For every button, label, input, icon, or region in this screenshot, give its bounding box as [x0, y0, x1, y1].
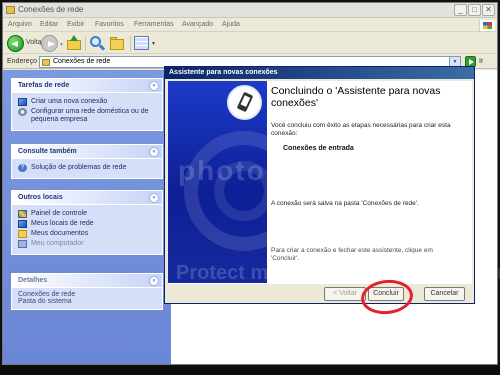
watermark-logo: photo [178, 155, 266, 186]
details-subtitle: Pasta do sistema [18, 298, 72, 305]
folder-icon [42, 59, 50, 66]
folders-icon [110, 39, 124, 50]
details-name: Conexões de rede [18, 291, 76, 298]
panel-title: Outros locais [18, 194, 63, 201]
panel-title: Consulte também [18, 148, 77, 155]
panel-network-tasks: Tarefas de rede « Criar uma nova conexão… [11, 78, 163, 131]
panel-title: Tarefas de rede [18, 82, 70, 89]
collapse-chevron-icon[interactable]: « [149, 81, 159, 91]
wizard-connection-name: Conexões de entrada [283, 145, 354, 152]
panel-header[interactable]: Detalhes « [12, 274, 162, 288]
menu-tools[interactable]: Ferramentas [134, 21, 174, 28]
back-arrow-icon [7, 35, 24, 52]
menu-view[interactable]: Exibir [67, 21, 85, 28]
place-label: Meus documentos [31, 230, 89, 237]
search-icon-handle [98, 44, 106, 51]
cancel-button[interactable]: Cancelar [424, 287, 465, 301]
back-button[interactable]: < Voltar [324, 287, 366, 301]
place-network-places[interactable]: Meus locais de rede [18, 220, 157, 228]
menu-help[interactable]: Ajuda [222, 21, 240, 28]
address-value: Conexões de rede [53, 58, 111, 65]
menu-file[interactable]: Arquivo [8, 21, 32, 28]
close-button[interactable]: ✕ [482, 4, 495, 16]
panel-header[interactable]: Tarefas de rede « [12, 79, 162, 93]
go-button[interactable]: Ir [479, 58, 483, 65]
wizard-saved-note: A conexão será salva na pasta 'Conexões … [271, 200, 419, 207]
collapse-chevron-icon[interactable]: « [149, 147, 159, 157]
forward-arrow-icon [41, 35, 58, 52]
maximize-button[interactable]: □ [468, 4, 481, 16]
wizard-intro-text: Você concluiu com êxito as etapas necess… [271, 122, 451, 137]
panel-header[interactable]: Outros locais « [12, 191, 162, 205]
plug-shape [236, 91, 254, 113]
title-bar: Conexões de rede _ □ ✕ [3, 3, 497, 18]
up-folder-button[interactable] [65, 35, 83, 52]
panel-header[interactable]: Consulte também « [12, 145, 162, 159]
dialog-title: Assistente para novas conexões [169, 69, 278, 76]
address-label: Endereço [7, 58, 37, 65]
search-button[interactable] [89, 35, 107, 52]
network-plug-icon [227, 85, 262, 120]
help-icon: ? [18, 164, 27, 172]
menu-advanced[interactable]: Avançado [182, 21, 213, 28]
folder-icon [6, 6, 15, 14]
home-network-icon [18, 108, 27, 116]
wizard-finish-note: Para criar a conexão e fechar este assis… [271, 247, 433, 262]
panel-title: Detalhes [18, 277, 48, 284]
menu-favorites[interactable]: Favoritos [95, 21, 124, 28]
task-create-connection[interactable]: Criar uma nova conexão [18, 98, 157, 106]
toolbar-divider [85, 36, 86, 51]
views-button[interactable]: ▼ [133, 35, 157, 52]
place-label: Meu computador [31, 240, 84, 247]
place-label: Meus locais de rede [31, 220, 94, 227]
window-title: Conexões de rede [18, 5, 84, 14]
window-controls: _ □ ✕ [454, 4, 495, 16]
panel-details: Detalhes « Conexões de rede Pasta do sis… [11, 273, 163, 310]
place-my-documents[interactable]: Meus documentos [18, 230, 157, 238]
minimize-button[interactable]: _ [454, 4, 467, 16]
panel-see-also: Consulte também « ? Solução de problemas… [11, 144, 163, 179]
panel-other-places: Outros locais « Painel de controle Meus … [11, 190, 163, 255]
place-label: Painel de controle [31, 210, 88, 217]
computer-icon [18, 240, 27, 248]
link-troubleshoot[interactable]: ? Solução de problemas de rede [18, 164, 157, 172]
collapse-chevron-icon[interactable]: « [149, 276, 159, 286]
place-control-panel[interactable]: Painel de controle [18, 210, 157, 218]
chevron-down-icon[interactable]: ▼ [59, 42, 64, 48]
task-label: Configurar uma rede doméstica ou de pequ… [31, 108, 149, 123]
network-places-icon [18, 220, 27, 228]
screen-edge [0, 366, 500, 375]
views-icon [134, 36, 149, 50]
folders-button[interactable] [109, 35, 127, 52]
menu-bar: Arquivo Editar Exibir Favoritos Ferramen… [3, 19, 497, 32]
forward-button[interactable]: ▼ [41, 35, 64, 52]
place-my-computer[interactable]: Meu computador [18, 240, 157, 248]
menu-edit[interactable]: Editar [40, 21, 58, 28]
dialog-title-bar: Assistente para novas conexões [165, 67, 474, 79]
toolbar: Voltar ▼ ▼ ▼ [3, 33, 497, 54]
windows-flag-icon [479, 20, 495, 31]
collapse-chevron-icon[interactable]: « [149, 193, 159, 203]
up-folder-icon [67, 40, 81, 50]
task-label: Criar uma nova conexão [31, 98, 108, 105]
link-label: Solução de problemas de rede [31, 164, 127, 171]
network-connection-icon [18, 98, 27, 106]
back-button[interactable]: Voltar ▼ [7, 35, 44, 52]
task-pane: Tarefas de rede « Criar uma nova conexão… [3, 70, 171, 364]
documents-folder-icon [18, 230, 27, 238]
task-home-network[interactable]: Configurar uma rede doméstica ou de pequ… [18, 108, 157, 124]
watermark-slogan: Protect more of your memories for less! [176, 262, 500, 284]
toolbar-divider [130, 36, 131, 51]
wizard-heading: Concluindo o 'Assistente para novas cone… [271, 85, 441, 109]
control-panel-icon [18, 210, 27, 218]
up-arrow-icon [70, 35, 78, 41]
chevron-down-icon[interactable]: ▼ [151, 41, 156, 47]
